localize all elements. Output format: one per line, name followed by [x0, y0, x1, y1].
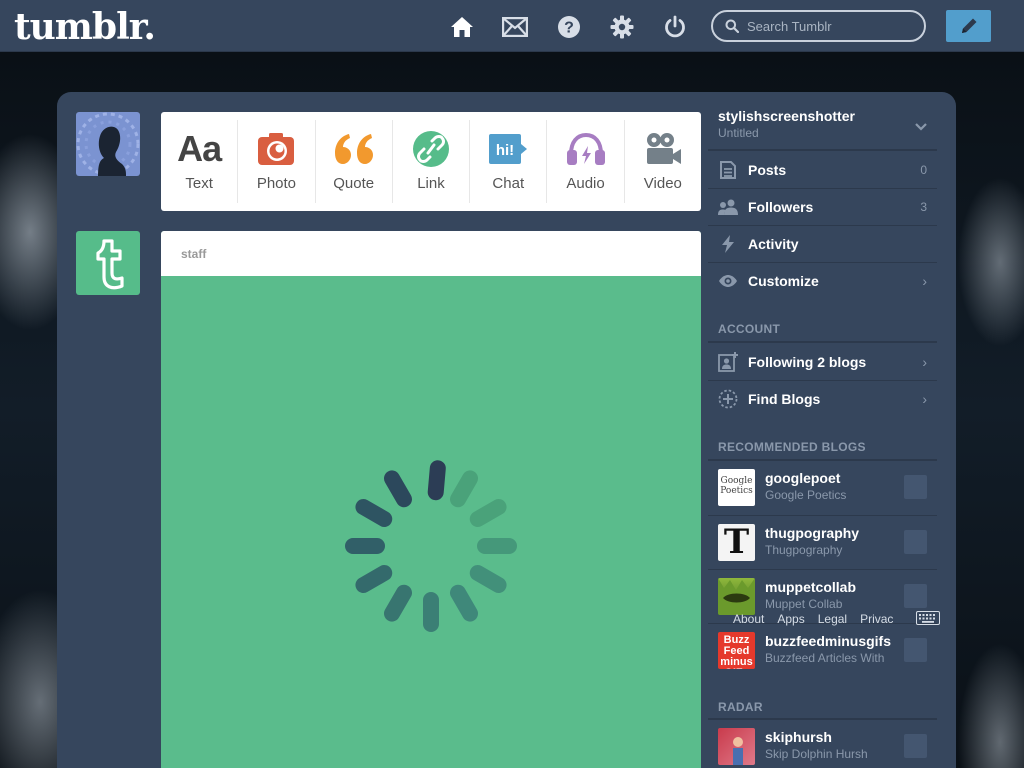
camera-icon — [257, 129, 295, 169]
new-audio-post-button[interactable]: Audio — [547, 120, 625, 203]
follow-button[interactable] — [904, 734, 927, 758]
footer-link-legal[interactable]: Legal — [818, 612, 847, 626]
settings-gear-icon[interactable] — [609, 14, 635, 40]
new-video-post-button[interactable]: Video — [625, 120, 701, 203]
lightning-bolt-icon — [718, 234, 738, 254]
blog-title: Thugpography — [765, 543, 843, 557]
loading-spinner-icon — [345, 460, 517, 632]
blog-name: skiphursh — [765, 729, 832, 745]
blog-switcher[interactable]: stylishscreenshotter Untitled — [718, 108, 855, 140]
dashboard-post: staff — [161, 231, 701, 768]
blog-name: buzzfeedminusgifs — [765, 633, 892, 649]
video-camera-icon — [644, 129, 682, 169]
new-link-post-button[interactable]: Link — [393, 120, 471, 203]
follow-button[interactable] — [904, 584, 927, 608]
footer-link-about[interactable]: About — [733, 612, 764, 626]
user-avatar[interactable] — [76, 112, 140, 176]
follow-button[interactable] — [904, 638, 927, 662]
top-navigation-bar: tumblr. ? — [0, 0, 1024, 52]
blog-title: Skip Dolphin Hursh — [765, 747, 868, 761]
recommended-blog-item[interactable]: Buzz Feed minus GIFs buzzfeedminusgifs B… — [708, 623, 937, 677]
new-post-type-bar: Aa Text Photo Quote Link hi! Chat Audio — [161, 112, 701, 211]
find-blogs-compass-icon — [718, 389, 738, 409]
blog-name: thugpography — [765, 525, 860, 541]
blog-title: Muppet Collab — [765, 597, 843, 611]
recommended-blogs-heading: RECOMMENDED BLOGS — [718, 440, 866, 454]
staff-avatar[interactable] — [76, 231, 140, 295]
svg-text:hi!: hi! — [496, 142, 514, 159]
compose-post-button[interactable] — [946, 10, 991, 42]
chevron-down-icon[interactable] — [914, 122, 928, 132]
search-box[interactable] — [711, 10, 926, 42]
follow-button[interactable] — [904, 530, 927, 554]
logout-power-icon[interactable] — [662, 14, 688, 40]
text-icon: Aa — [177, 128, 222, 169]
chevron-right-icon: › — [922, 273, 927, 289]
blog-name: muppetcollab — [765, 579, 857, 595]
sidebar-item-following[interactable]: Following 2 blogs › — [708, 343, 937, 380]
link-icon — [412, 129, 449, 169]
chevron-right-icon: › — [922, 391, 927, 407]
sidebar-item-customize[interactable]: Customize › — [708, 262, 937, 299]
new-chat-post-button[interactable]: hi! Chat — [470, 120, 548, 203]
blog-name: googlepoet — [765, 470, 841, 486]
followers-icon — [718, 197, 738, 217]
quote-icon — [333, 129, 375, 169]
footer-links: About Apps Legal Privac — [733, 612, 893, 626]
search-input[interactable] — [747, 18, 907, 34]
sidebar-item-posts[interactable]: Posts 0 — [708, 151, 937, 188]
chevron-right-icon: › — [922, 353, 927, 370]
blog-title: Untitled — [718, 126, 759, 140]
headphones-icon — [566, 129, 606, 169]
new-quote-post-button[interactable]: Quote — [316, 120, 393, 203]
tumblr-logo[interactable]: tumblr. — [14, 6, 156, 48]
home-icon[interactable] — [449, 14, 475, 40]
keyboard-shortcuts-icon[interactable] — [916, 611, 940, 625]
chat-bubble-icon: hi! — [488, 129, 528, 169]
new-photo-post-button[interactable]: Photo — [238, 120, 316, 203]
sidebar-item-find-blogs[interactable]: Find Blogs › — [708, 380, 937, 417]
posts-count: 0 — [920, 162, 927, 177]
help-icon[interactable]: ? — [556, 14, 582, 40]
post-author[interactable]: staff — [161, 231, 701, 276]
account-heading: ACCOUNT — [718, 322, 781, 336]
blog-title: Buzzfeed Articles With — [765, 651, 885, 665]
follow-button[interactable] — [904, 475, 927, 499]
blog-name: stylishscreenshotter — [718, 108, 855, 124]
new-text-post-button[interactable]: Aa Text — [161, 120, 239, 203]
pencil-icon — [961, 18, 976, 33]
blog-title: Google Poetics — [765, 488, 847, 502]
recommended-blog-item[interactable]: Google Poetics googlepoet Google Poetics — [708, 461, 937, 515]
footer-link-apps[interactable]: Apps — [777, 612, 804, 626]
following-icon — [718, 351, 738, 372]
sidebar-item-activity[interactable]: Activity — [708, 225, 937, 262]
footer-link-privacy[interactable]: Privac — [860, 612, 893, 626]
sidebar-item-followers[interactable]: Followers 3 — [708, 188, 937, 225]
followers-count: 3 — [920, 200, 927, 214]
eye-icon — [718, 271, 738, 291]
radar-blog-item[interactable]: skiphursh Skip Dolphin Hursh — [708, 720, 937, 768]
recommended-blog-item[interactable]: T thugpography Thugpography — [708, 515, 937, 569]
inbox-mail-icon[interactable] — [502, 14, 528, 40]
search-icon — [725, 19, 739, 33]
posts-icon — [718, 160, 738, 180]
svg-text:?: ? — [564, 20, 574, 37]
radar-heading: RADAR — [718, 700, 763, 714]
